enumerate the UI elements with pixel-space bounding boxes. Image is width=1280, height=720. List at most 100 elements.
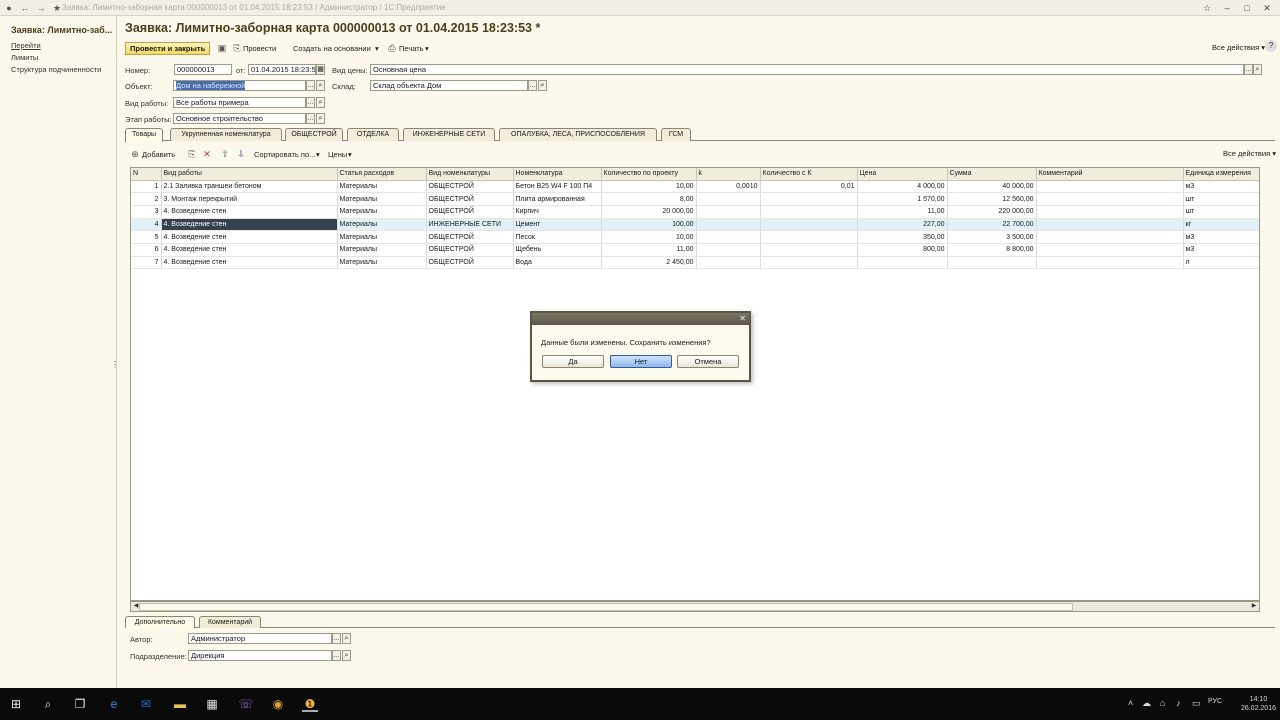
cell-comment[interactable] — [1036, 205, 1184, 219]
back-arrow-icon[interactable]: ← — [20, 3, 30, 13]
department-select-button[interactable]: … — [332, 650, 341, 661]
calculator-icon[interactable]: ▦ — [204, 696, 220, 712]
cell-comment[interactable] — [1036, 180, 1184, 194]
dialog-close-icon[interactable]: ✕ — [739, 314, 746, 323]
tab-general-construction[interactable]: ОБЩЕСТРОЙ — [285, 128, 343, 141]
cell-nomenclature-type[interactable]: ИНЖЕНЕРНЫЕ СЕТИ — [426, 218, 514, 232]
cell-expense-item[interactable]: Материалы — [337, 180, 427, 194]
cell-qty-project[interactable]: 8,00 — [601, 192, 697, 206]
scroll-right-icon[interactable]: ▶ — [1249, 602, 1259, 611]
tab-engineering-networks[interactable]: ИНЖЕНЕРНЫЕ СЕТИ — [403, 128, 495, 141]
cancel-button[interactable]: Отмена — [677, 355, 739, 368]
help-button[interactable]: ? — [1265, 40, 1277, 52]
move-up-icon[interactable]: ⇧ — [220, 149, 230, 159]
price-type-open-icon[interactable]: ⌕ — [1253, 64, 1262, 75]
tab-finishing[interactable]: ОТДЕЛКА — [347, 128, 399, 141]
close-button[interactable]: ✕ — [1258, 2, 1276, 14]
minimize-button[interactable]: – — [1218, 2, 1236, 14]
printer-icon[interactable]: ⎙ — [387, 43, 397, 53]
network-icon[interactable]: ⌂ — [1160, 698, 1165, 708]
cell-unit[interactable]: м3 — [1183, 230, 1259, 244]
maximize-button[interactable]: □ — [1238, 2, 1256, 14]
onedrive-icon[interactable]: ☁ — [1142, 698, 1151, 709]
tab-comment[interactable]: Комментарий — [199, 616, 261, 628]
cell-nomenclature[interactable]: Бетон В25 W4 F 100 П4 — [513, 180, 602, 194]
date-field[interactable]: 01.04.2015 18:23:53 — [248, 64, 316, 75]
cell-nomenclature-type[interactable]: ОБЩЕСТРОЙ — [426, 205, 514, 219]
cell-price[interactable]: 350,00 — [857, 230, 948, 244]
cell-nomenclature[interactable]: Щебень — [513, 243, 602, 257]
message-icon[interactable]: ▭ — [1192, 698, 1201, 709]
search-icon[interactable]: ⌕ — [40, 696, 56, 712]
all-actions-button[interactable]: Все действия ▾ — [1212, 43, 1265, 52]
cell-qty-project[interactable]: 20 000,00 — [601, 205, 697, 219]
cell-sum[interactable]: 220 000,00 — [947, 205, 1037, 219]
cell-nomenclature[interactable]: Кирпич — [513, 205, 602, 219]
copy-icon[interactable]: ⎘ — [187, 149, 197, 159]
cell-expense-item[interactable]: Материалы — [337, 256, 427, 270]
file-explorer-icon[interactable]: ▬ — [172, 696, 188, 712]
cell-unit[interactable]: л — [1183, 256, 1259, 270]
cell-qty-project[interactable]: 10,00 — [601, 180, 697, 194]
viber-icon[interactable]: ☏ — [238, 696, 254, 712]
cell-nomenclature-type[interactable]: ОБЩЕСТРОЙ — [426, 243, 514, 257]
sort-button[interactable]: Сортировать по... — [254, 149, 315, 160]
cell-nomenclature-type[interactable]: ОБЩЕСТРОЙ — [426, 230, 514, 244]
cell-nomenclature[interactable]: Цемент — [513, 218, 602, 232]
stage-open-icon[interactable]: ⌕ — [316, 113, 325, 124]
work-type-open-icon[interactable]: ⌕ — [316, 97, 325, 108]
cell-sum[interactable]: 40 000,00 — [947, 180, 1037, 194]
cell-expense-item[interactable]: Материалы — [337, 192, 427, 206]
cell-work-type[interactable]: 4. Возведение стен — [161, 230, 338, 244]
table-row[interactable]: 7 4. Возведение стен Материалы ОБЩЕСТРОЙ Вод… — [131, 256, 1259, 270]
col-header-n[interactable]: N — [131, 168, 162, 181]
col-header-qty-project[interactable]: Количество по проекту — [601, 168, 697, 181]
add-row-button[interactable]: Добавить — [142, 149, 175, 160]
stage-field[interactable]: Основное строительство — [173, 113, 306, 124]
cell-price[interactable]: 4 000,00 — [857, 180, 948, 194]
work-type-select-button[interactable]: … — [306, 97, 315, 108]
cell-nomenclature-type[interactable]: ОБЩЕСТРОЙ — [426, 192, 514, 206]
cell-comment[interactable] — [1036, 218, 1184, 232]
cell-unit[interactable]: м3 — [1183, 180, 1259, 194]
cell-work-type[interactable]: 4. Возведение стен — [161, 205, 338, 219]
cell-n[interactable]: 7 — [131, 256, 162, 270]
cell-qty-project[interactable]: 100,00 — [601, 218, 697, 232]
department-field[interactable]: Дирекция — [188, 650, 332, 661]
cell-qty-project[interactable]: 2 450,00 — [601, 256, 697, 270]
tray-expand-icon[interactable]: ˄ — [1128, 698, 1133, 708]
cell-qty-k[interactable] — [760, 192, 858, 206]
cell-price[interactable]: 1 570,00 — [857, 192, 948, 206]
author-select-button[interactable]: … — [332, 633, 341, 644]
col-header-k[interactable]: k — [696, 168, 761, 181]
cell-nomenclature[interactable]: Плита армированная — [513, 192, 602, 206]
price-type-select-button[interactable]: … — [1244, 64, 1253, 75]
cell-sum[interactable]: 3 500,00 — [947, 230, 1037, 244]
cell-qty-k[interactable]: 0,01 — [760, 180, 858, 194]
language-indicator[interactable]: РУС — [1208, 698, 1222, 705]
prices-dropdown-icon[interactable]: ▾ — [348, 149, 352, 160]
cell-sum[interactable]: 12 560,00 — [947, 192, 1037, 206]
table-row[interactable]: 1 2.1 Заливка траншеи бетоном Материалы ОБЩ… — [131, 180, 1259, 194]
delete-icon[interactable]: ✕ — [202, 149, 212, 159]
object-select-button[interactable]: … — [306, 80, 315, 91]
post-button[interactable]: Провести — [243, 43, 276, 54]
cell-comment[interactable] — [1036, 192, 1184, 206]
calendar-icon[interactable]: ▦ — [316, 64, 325, 75]
nav-item-limits[interactable]: Лимиты — [11, 53, 38, 62]
volume-icon[interactable]: ♪ — [1176, 698, 1181, 708]
cell-qty-project[interactable]: 11,00 — [601, 243, 697, 257]
favorite-star-icon[interactable]: ★ — [52, 3, 62, 13]
cell-sum[interactable]: 8 800,00 — [947, 243, 1037, 257]
cell-n[interactable]: 2 — [131, 192, 162, 206]
no-button[interactable]: Нет — [610, 355, 672, 368]
cell-k[interactable]: 0,0010 — [696, 180, 761, 194]
object-field[interactable]: Дом на набережной — [173, 80, 306, 91]
print-button[interactable]: Печать — [399, 43, 424, 54]
windows-start-icon[interactable]: ⊞ — [8, 696, 24, 712]
move-down-icon[interactable]: ⇩ — [236, 149, 246, 159]
warehouse-field[interactable]: Склад объекта Дом — [370, 80, 528, 91]
cell-k[interactable] — [696, 256, 761, 270]
cell-comment[interactable] — [1036, 256, 1184, 270]
table-all-actions-button[interactable]: Все действия ▾ — [1223, 149, 1276, 158]
